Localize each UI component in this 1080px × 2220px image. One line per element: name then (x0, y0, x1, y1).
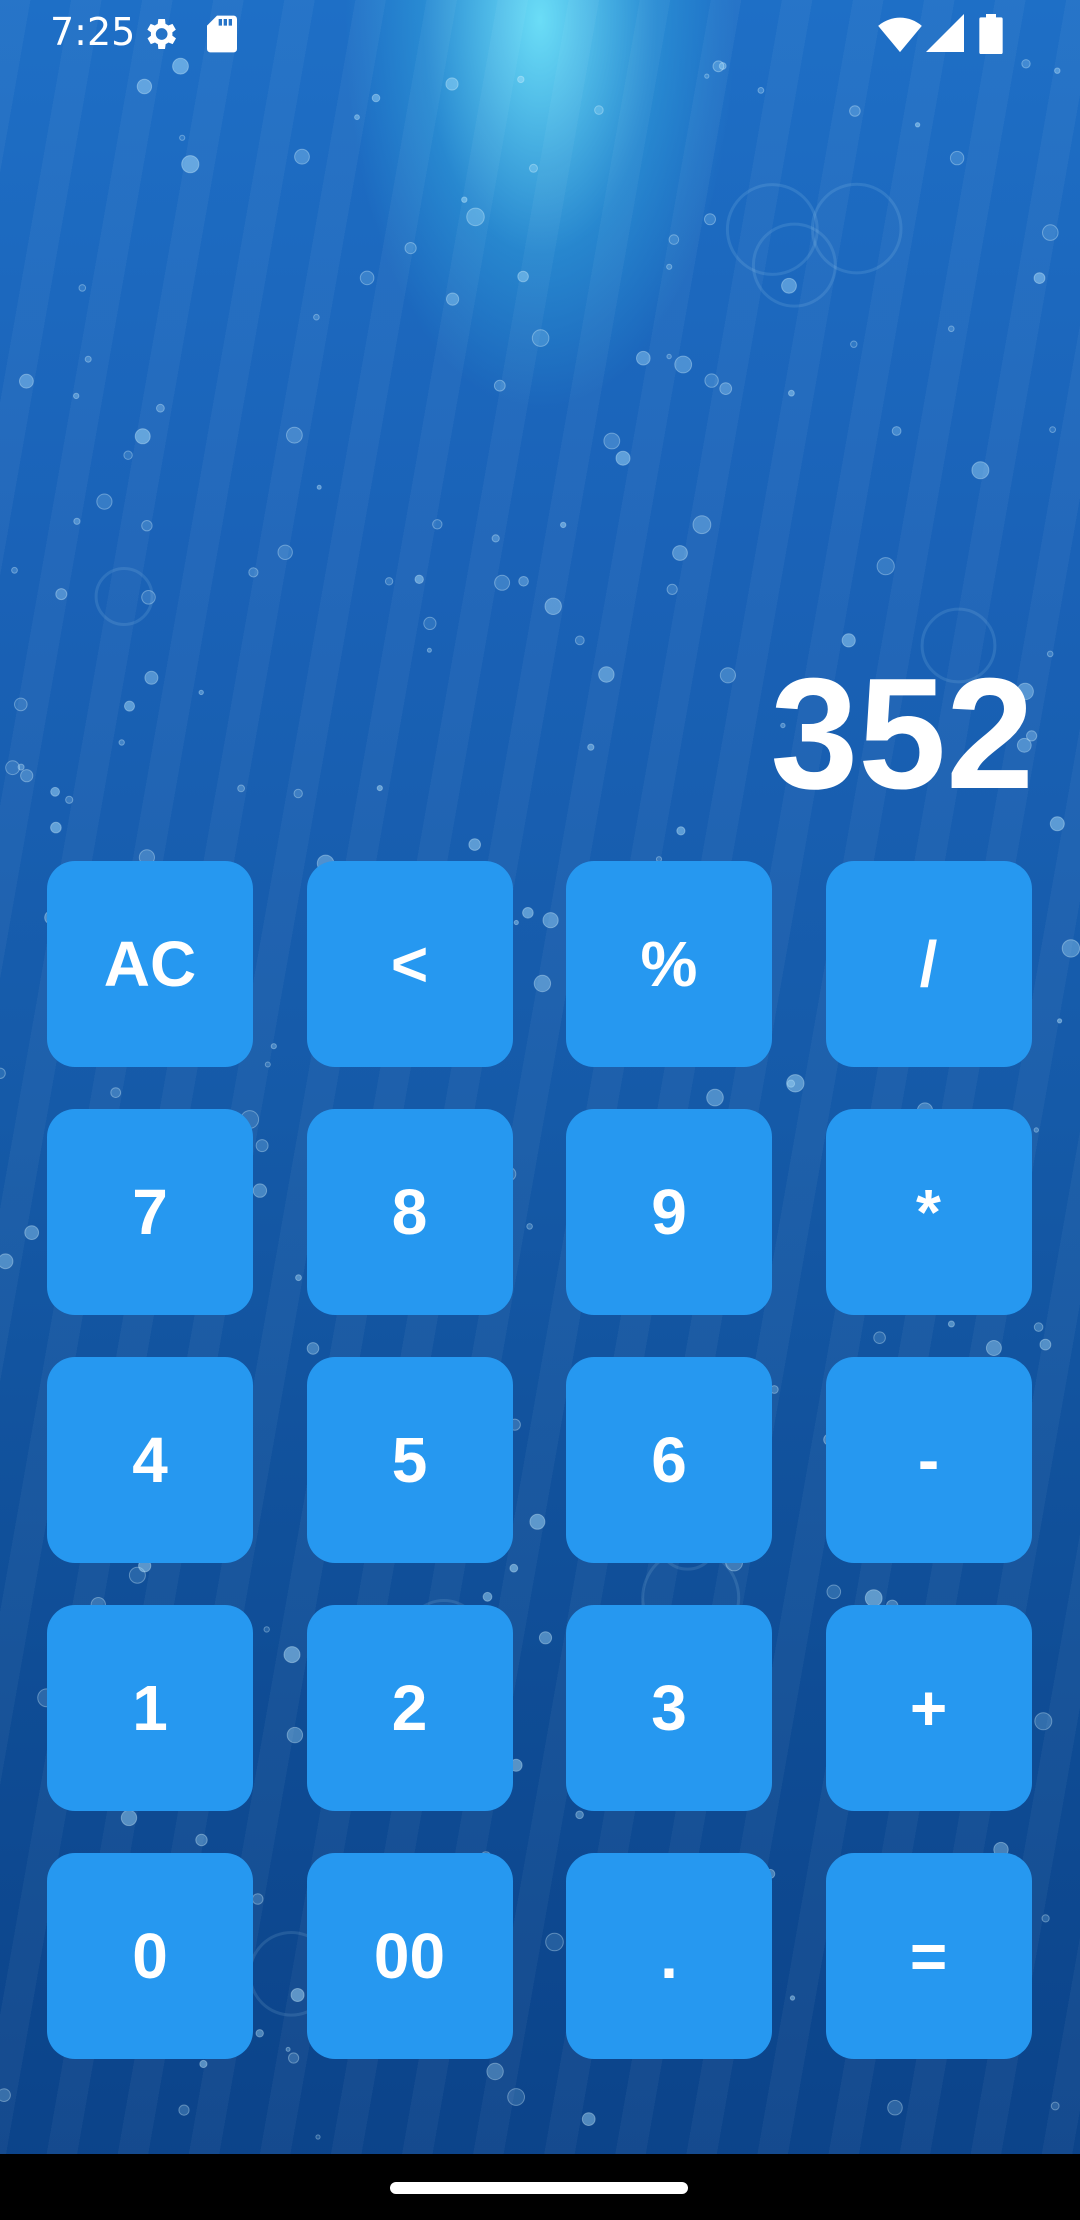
decimal-button[interactable]: . (566, 1853, 772, 2059)
navigation-bar (0, 2154, 1080, 2220)
status-time: 7:25 (50, 10, 136, 54)
multiply-button[interactable]: * (825, 1109, 1032, 1315)
digit-7-button[interactable]: 7 (47, 1109, 253, 1315)
calculator-screen: 7:25 352 AC <%/7 8 9 * 4 5 6 - 1 2 3 + 0… (0, 0, 1080, 2220)
keypad: AC <%/7 8 9 * 4 5 6-1 2 3 +0 00. = (47, 861, 1033, 2059)
digit-3-button[interactable]: 3 (566, 1605, 772, 1811)
sd-card-icon (205, 14, 239, 59)
double-zero-button[interactable]: 00 (306, 1853, 513, 2059)
subtract-button[interactable]: - (825, 1357, 1032, 1563)
backspace-button[interactable]: < (306, 861, 513, 1067)
percent-button[interactable]: % (566, 861, 772, 1067)
digit-1-button[interactable]: 1 (47, 1605, 253, 1811)
gear-icon (140, 14, 180, 59)
result-display: 352 (770, 646, 1034, 822)
signal-icon (926, 14, 964, 57)
add-button[interactable]: + (825, 1605, 1032, 1811)
status-bar: 7:25 (0, 0, 1080, 66)
home-gesture-handle[interactable] (390, 2182, 688, 2194)
digit-8-button[interactable]: 8 (306, 1109, 513, 1315)
digit-9-button[interactable]: 9 (566, 1109, 772, 1315)
divide-button[interactable]: / (825, 861, 1032, 1067)
all-clear-button[interactable]: AC (47, 861, 253, 1067)
digit-0-button[interactable]: 0 (47, 1853, 253, 2059)
digit-5-button[interactable]: 5 (306, 1357, 513, 1563)
wifi-icon (878, 14, 922, 59)
battery-icon (978, 14, 1004, 59)
digit-2-button[interactable]: 2 (306, 1605, 513, 1811)
digit-6-button[interactable]: 6 (566, 1357, 772, 1563)
digit-4-button[interactable]: 4 (47, 1357, 253, 1563)
equals-button[interactable]: = (825, 1853, 1032, 2059)
